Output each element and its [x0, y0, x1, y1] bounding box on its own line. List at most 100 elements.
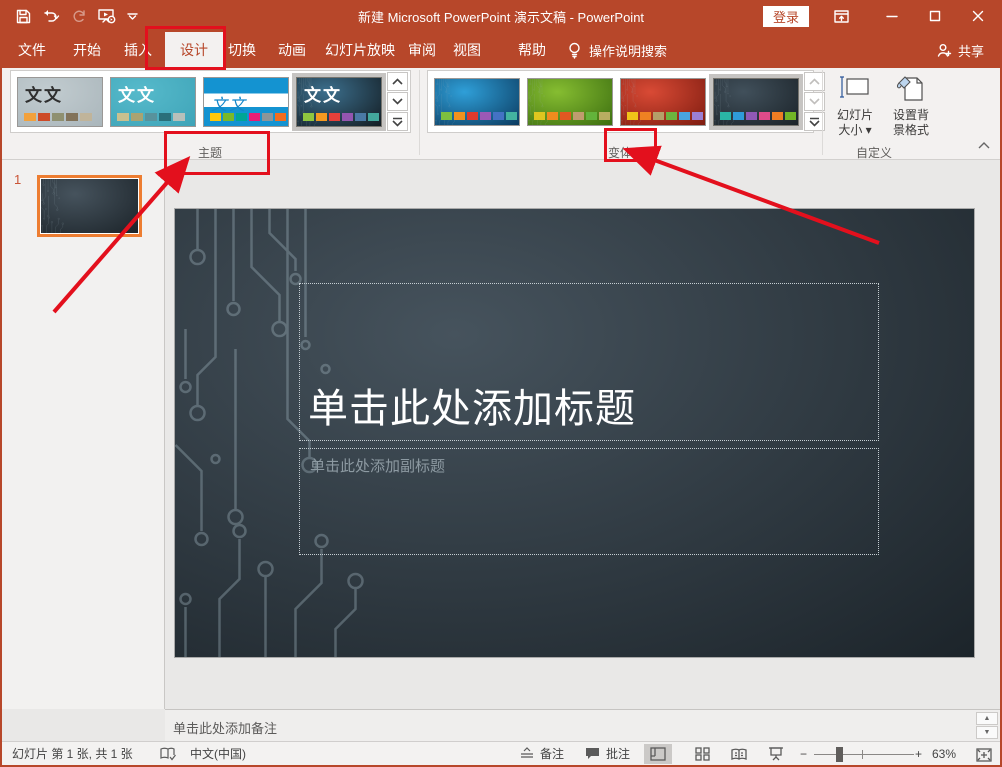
redo-icon	[71, 9, 87, 24]
theme-sample-text: 文文	[211, 91, 247, 115]
format-background-label-line2: 景格式	[893, 123, 929, 137]
tab-view[interactable]: 视图	[453, 32, 481, 68]
tab-animations[interactable]: 动画	[278, 32, 306, 68]
variant-tile-red[interactable]	[620, 78, 706, 126]
themes-scroll-down[interactable]	[387, 92, 408, 111]
themes-scroll-up[interactable]	[387, 72, 408, 91]
themes-more-button[interactable]	[387, 112, 408, 131]
notes-scroll-down[interactable]: ▼	[976, 726, 998, 739]
variant-swatches	[441, 112, 517, 120]
slide-size-icon	[839, 74, 871, 102]
notes-icon	[520, 747, 534, 760]
notes-placeholder[interactable]: 单击此处添加备注	[173, 718, 277, 737]
group-separator	[822, 70, 823, 155]
format-background-label-line1: 设置背	[893, 108, 929, 122]
sign-in-button[interactable]: 登录	[763, 6, 809, 27]
group-separator	[419, 70, 420, 155]
theme-tile-circuit-selected[interactable]: 文文	[296, 77, 382, 127]
notes-toggle[interactable]: 备注	[520, 742, 564, 765]
zoom-in-button[interactable]: +	[915, 742, 922, 765]
zoom-level[interactable]: 63%	[932, 742, 956, 765]
variant-swatches	[720, 112, 796, 120]
maximize-button[interactable]	[915, 0, 955, 32]
slide-counter[interactable]: 幻灯片 第 1 张, 共 1 张	[12, 742, 133, 765]
themes-scroll	[387, 72, 408, 131]
person-plus-icon	[937, 43, 952, 57]
slide-size-label-line2: 大小 ▾	[838, 123, 871, 137]
collapse-ribbon-icon[interactable]	[978, 142, 990, 149]
slide-thumbnail-1[interactable]	[37, 175, 142, 237]
comments-icon	[585, 747, 600, 760]
slide-thumbnail-image	[41, 179, 138, 233]
tab-slideshow[interactable]: 幻灯片放映	[325, 32, 395, 68]
start-slideshow-icon[interactable]	[98, 8, 116, 24]
theme-sample-text: 文文	[25, 81, 63, 106]
fit-slide-to-window-button[interactable]	[970, 745, 998, 765]
variants-gallery	[427, 70, 814, 133]
save-icon[interactable]	[16, 9, 31, 24]
theme-sample-text: 文文	[304, 81, 342, 106]
theme-swatches	[117, 113, 185, 121]
variant-swatches	[627, 112, 703, 120]
themes-group-label: 主题	[198, 144, 222, 161]
slide-number: 1	[14, 172, 21, 187]
slide-canvas[interactable]: 单击此处添加标题 单击此处添加副标题	[174, 208, 975, 658]
subtitle-placeholder[interactable]: 单击此处添加副标题	[299, 448, 879, 555]
share-button[interactable]: 共享	[937, 32, 984, 68]
ribbon-tab-row: 文件 开始 插入 设计 切换 动画 幻灯片放映 审阅 视图 帮助 操作说明搜索 …	[2, 32, 1000, 68]
slide-thumbnail-panel	[2, 160, 165, 709]
tab-transitions[interactable]: 切换	[228, 32, 256, 68]
tab-review[interactable]: 审阅	[408, 32, 436, 68]
notes-scroll-up[interactable]: ▲	[976, 712, 998, 725]
tab-help[interactable]: 帮助	[518, 32, 546, 68]
themes-gallery: 文文 文文 文文 文文	[10, 70, 411, 133]
theme-tile-3[interactable]: 文文	[203, 77, 289, 127]
spellcheck-icon[interactable]	[160, 742, 176, 765]
theme-sample-text: 文文	[118, 81, 156, 106]
notes-pane[interactable]: 单击此处添加备注 ▲ ▼	[165, 710, 1002, 741]
tab-design[interactable]: 设计	[180, 32, 208, 68]
close-button[interactable]	[958, 0, 998, 32]
undo-icon[interactable]	[42, 9, 60, 24]
language-indicator[interactable]: 中文(中国)	[190, 742, 246, 765]
ribbon-display-options-icon[interactable]	[821, 0, 861, 32]
variant-tile-blue[interactable]	[434, 78, 520, 126]
variants-group-label: 变体	[608, 144, 632, 161]
customize-qat-icon[interactable]	[127, 13, 138, 20]
slide-sorter-view-button[interactable]	[688, 744, 716, 764]
powerpoint-window: 新建 Microsoft PowerPoint 演示文稿 - PowerPoin…	[0, 0, 1002, 767]
slideshow-view-button[interactable]	[762, 744, 790, 764]
reading-view-button[interactable]	[725, 744, 753, 764]
variant-swatches	[534, 112, 610, 120]
tell-me-label: 操作说明搜索	[589, 41, 667, 60]
circuit-pattern	[41, 179, 138, 233]
theme-tiles: 文文 文文 文文 文文	[13, 77, 382, 127]
ribbon-design: 文文 文文 文文 文文	[2, 68, 1000, 160]
slide-size-label-line1: 幻灯片	[837, 108, 873, 122]
status-bar: 幻灯片 第 1 张, 共 1 张 中文(中国) 备注 批注 − + 6	[2, 741, 1000, 767]
tab-home[interactable]: 开始	[73, 32, 101, 68]
normal-view-button[interactable]	[644, 744, 672, 764]
comments-toggle[interactable]: 批注	[585, 742, 630, 765]
theme-tile-1[interactable]: 文文	[17, 77, 103, 127]
title-bar: 新建 Microsoft PowerPoint 演示文稿 - PowerPoin…	[2, 0, 1000, 32]
tab-file[interactable]: 文件	[18, 32, 46, 68]
format-background-button[interactable]: 设置背 景格式	[884, 70, 938, 156]
minimize-button[interactable]	[872, 0, 912, 32]
tell-me-search[interactable]: 操作说明搜索	[568, 32, 667, 68]
variant-tile-dark-selected[interactable]	[713, 78, 799, 126]
tab-insert[interactable]: 插入	[124, 32, 152, 68]
comments-toggle-label: 批注	[606, 745, 630, 762]
theme-swatches	[210, 113, 286, 121]
theme-swatches	[24, 113, 92, 121]
zoom-slider-track[interactable]	[814, 754, 914, 755]
zoom-out-button[interactable]: −	[800, 742, 807, 765]
share-label: 共享	[958, 41, 984, 60]
zoom-slider-midpoint	[862, 750, 863, 759]
notes-toggle-label: 备注	[540, 745, 564, 762]
format-background-icon	[896, 74, 926, 102]
zoom-slider-thumb[interactable]	[836, 747, 843, 762]
variant-tile-green[interactable]	[527, 78, 613, 126]
title-placeholder[interactable]: 单击此处添加标题	[299, 283, 879, 441]
theme-tile-2[interactable]: 文文	[110, 77, 196, 127]
